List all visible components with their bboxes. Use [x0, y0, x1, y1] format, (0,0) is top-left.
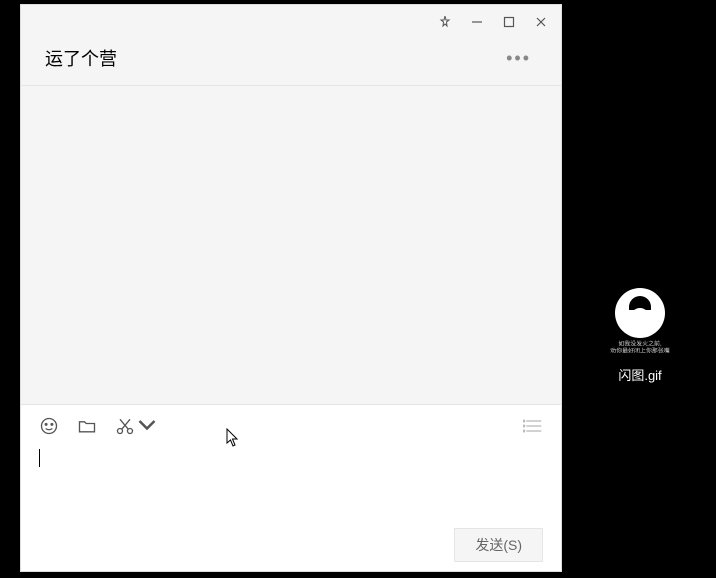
chat-window: 运了个营 ••• 发送(S) [20, 4, 562, 572]
file-caption: 如我没发火之前, 劝你最好闭上你那张嘴 [610, 341, 670, 355]
chevron-down-icon [137, 416, 157, 436]
message-input[interactable] [21, 447, 561, 527]
screenshot-icon[interactable] [115, 416, 157, 436]
close-button[interactable] [525, 8, 557, 36]
send-button[interactable]: 发送(S) [454, 528, 543, 562]
file-thumbnail [615, 288, 665, 338]
emoji-icon[interactable] [39, 416, 59, 436]
input-toolbar [21, 405, 561, 447]
window-titlebar [21, 5, 561, 39]
minimize-button[interactable] [461, 8, 493, 36]
more-options-button[interactable]: ••• [506, 48, 537, 69]
chat-history-icon[interactable] [523, 418, 543, 434]
send-bar: 发送(S) [21, 527, 561, 571]
desktop-file-item[interactable]: 如我没发火之前, 劝你最好闭上你那张嘴 闪图.gif [600, 288, 680, 384]
input-section: 发送(S) [21, 404, 561, 571]
text-cursor [39, 449, 40, 467]
chat-header: 运了个营 ••• [21, 39, 561, 86]
maximize-button[interactable] [493, 8, 525, 36]
file-name-label: 闪图.gif [618, 365, 661, 384]
message-list[interactable] [21, 86, 561, 404]
contact-name: 运了个营 [45, 45, 117, 71]
file-icon[interactable] [77, 416, 97, 436]
pin-button[interactable] [429, 8, 461, 36]
